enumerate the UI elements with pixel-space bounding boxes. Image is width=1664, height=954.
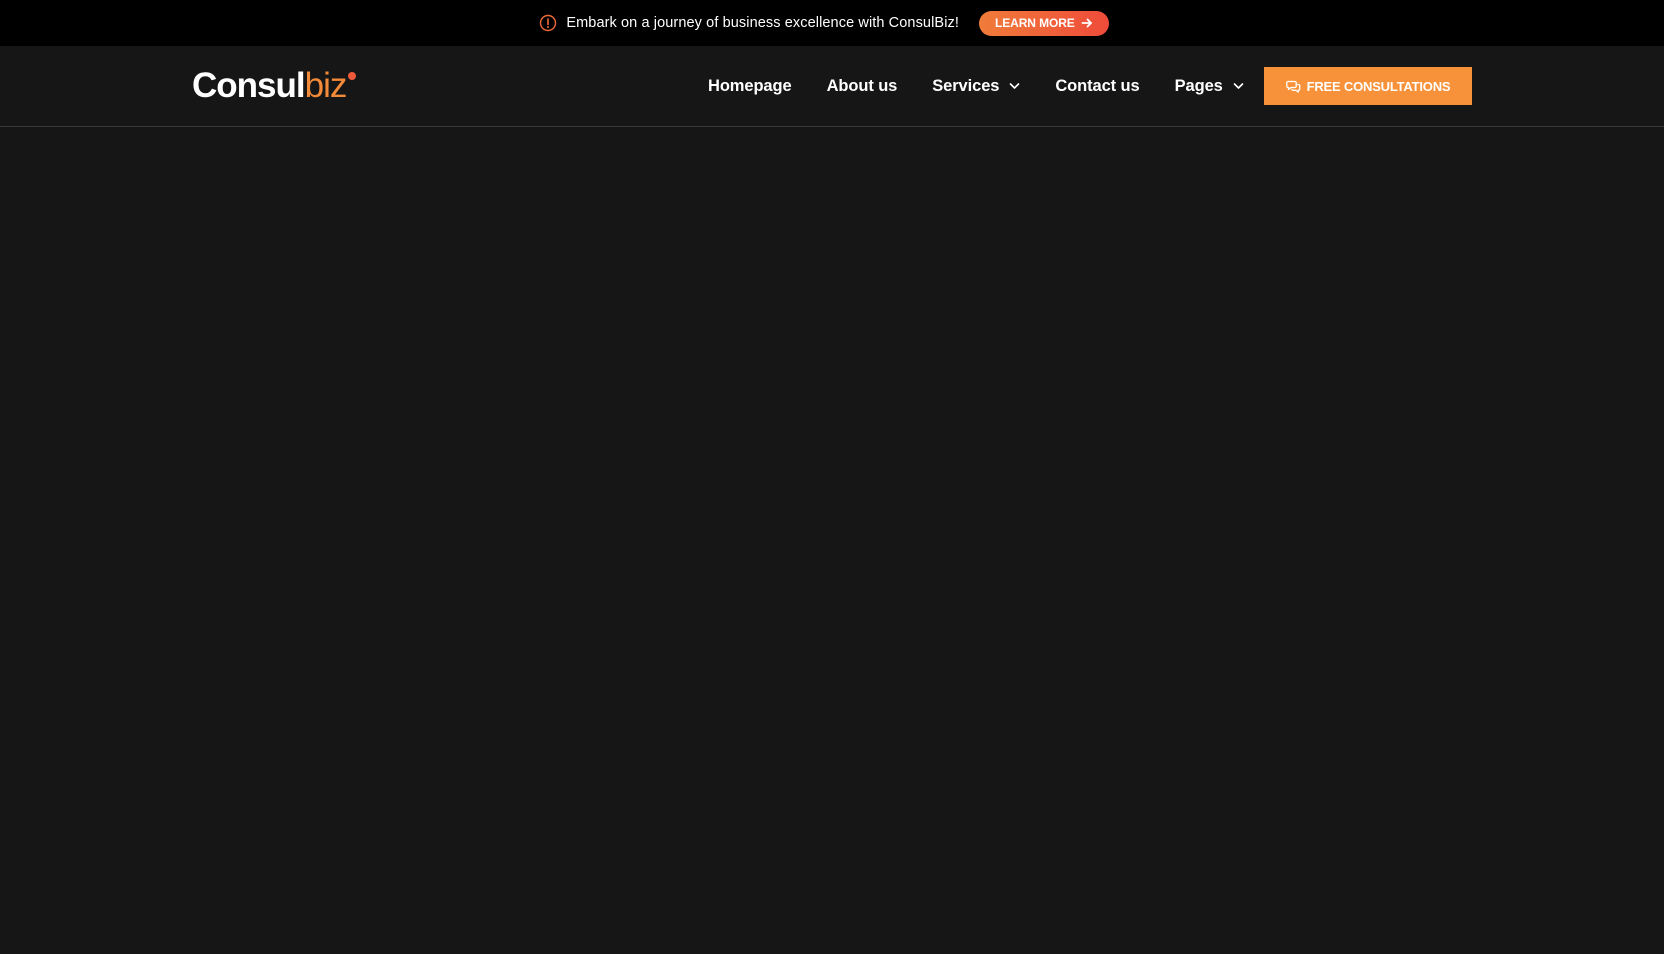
cta-label: FREE CONSULTATIONS [1306,78,1451,94]
learn-more-button[interactable]: LEARN MORE [979,10,1109,36]
chevron-down-icon [1233,83,1244,89]
nav-label: Services [932,76,1000,95]
chat-bubbles-icon [1285,80,1300,93]
nav-label: Homepage [708,76,792,95]
announcement-text: Embark on a journey of business excellen… [566,15,959,31]
info-circle-icon [539,14,557,32]
logo-dot-icon [348,72,357,80]
site-header: Consul biz Homepage About us Services Co… [0,46,1664,127]
nav-item-about-us[interactable]: About us [827,77,898,96]
nav-label: Pages [1174,76,1223,95]
logo-text-primary: Consul [192,66,306,105]
nav-item-contact-us[interactable]: Contact us [1055,77,1139,96]
announcement-bar: Embark on a journey of business excellen… [0,0,1664,46]
logo-text-accent: biz [304,66,348,105]
arrow-right-icon [1081,18,1092,28]
nav-item-services[interactable]: Services [932,77,1020,96]
nav-item-pages[interactable]: Pages [1175,77,1244,96]
main-navigation: Homepage About us Services Contact us Pa… [708,46,1263,126]
nav-item-homepage[interactable]: Homepage [708,77,792,96]
learn-more-label: LEARN MORE [995,16,1075,30]
consulbiz-logo[interactable]: Consul biz [192,66,357,106]
free-consultations-button[interactable]: FREE CONSULTATIONS [1264,67,1472,105]
nav-label: Contact us [1055,76,1140,95]
nav-label: About us [826,76,898,95]
chevron-down-icon [1010,83,1020,89]
main-content-area [0,128,1664,954]
announcement-content: Embark on a journey of business excellen… [539,10,1109,36]
